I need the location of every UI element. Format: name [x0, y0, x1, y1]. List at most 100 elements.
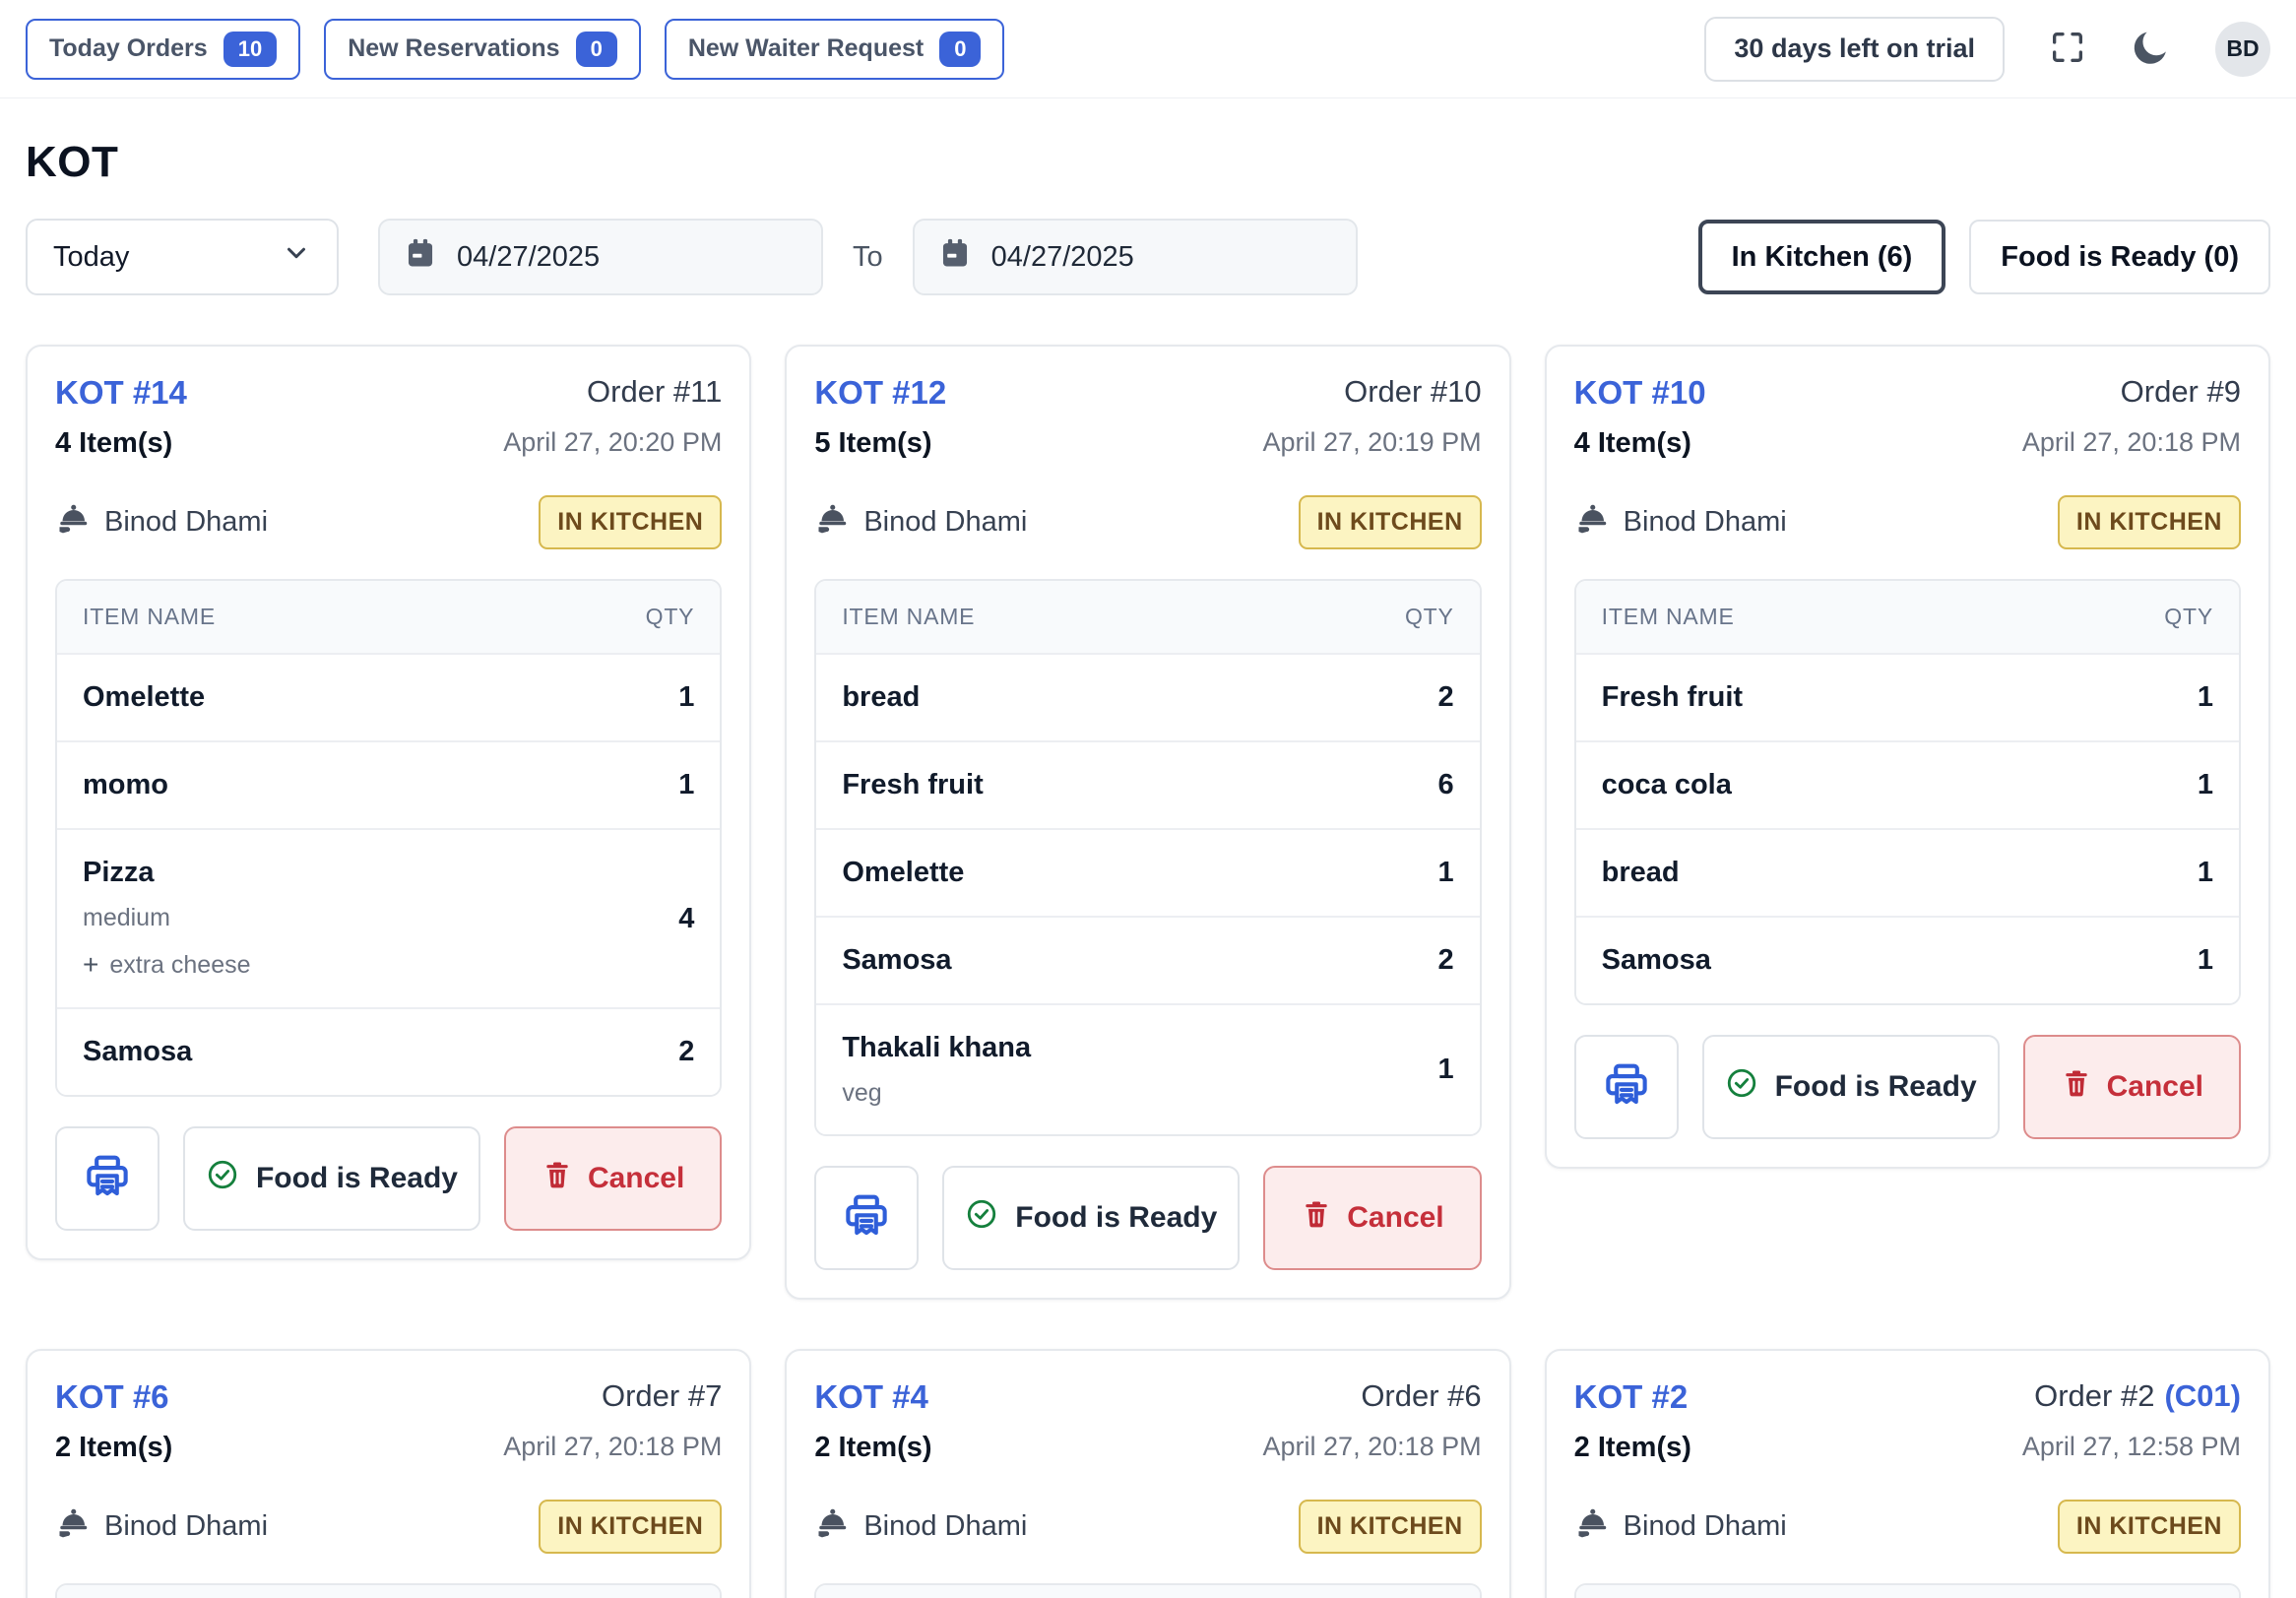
new-waiter-request-label: New Waiter Request	[688, 34, 924, 63]
cancel-kot-button[interactable]: Cancel	[2023, 1035, 2241, 1139]
food-is-ready-button[interactable]: Food is Ready	[942, 1166, 1240, 1270]
printer-icon	[82, 1152, 133, 1206]
items-table: ITEM NAME QTY	[55, 1583, 722, 1598]
waiter-row: Binod Dhami IN KITCHEN	[1574, 495, 2241, 549]
kot-number[interactable]: KOT #2	[1574, 1378, 1691, 1416]
user-avatar[interactable]: BD	[2215, 22, 2270, 77]
new-reservations-count-badge: 0	[576, 32, 617, 67]
kot-card: KOT #4 2 Item(s) Order #6 April 27, 20:1…	[785, 1349, 1510, 1598]
new-waiter-request-button[interactable]: New Waiter Request 0	[665, 19, 1005, 80]
card-header: KOT #14 4 Item(s) Order #11 April 27, 20…	[55, 374, 722, 460]
cancel-kot-button[interactable]: Cancel	[504, 1126, 722, 1231]
items-table: ITEM NAME QTY	[1574, 1583, 2241, 1598]
new-reservations-button[interactable]: New Reservations 0	[324, 19, 641, 80]
waiter: Binod Dhami	[55, 1505, 268, 1549]
items-table: ITEM NAME QTY	[814, 1583, 1481, 1598]
status-badge: IN KITCHEN	[539, 1500, 722, 1554]
tab-in-kitchen[interactable]: In Kitchen (6)	[1698, 220, 1946, 294]
item-name: Samosa	[1602, 944, 1711, 977]
item-name: Samosa	[842, 944, 951, 977]
new-reservations-label: New Reservations	[348, 34, 559, 63]
item-row: Fresh fruit 1	[1576, 653, 2239, 740]
card-actions: Food is Ready Cancel	[1574, 1035, 2241, 1139]
item-name: Omelette	[842, 857, 964, 889]
items-count: 2 Item(s)	[814, 1432, 931, 1464]
waiter-row: Binod Dhami IN KITCHEN	[55, 495, 722, 549]
kot-number[interactable]: KOT #12	[814, 374, 946, 412]
item-qty: 2	[1438, 681, 1454, 714]
today-orders-label: Today Orders	[49, 34, 208, 63]
cancel-label: Cancel	[2107, 1070, 2203, 1104]
order-time: April 27, 20:18 PM	[1263, 1432, 1482, 1462]
dark-mode-toggle[interactable]	[2131, 27, 2172, 71]
food-is-ready-button[interactable]: Food is Ready	[1702, 1035, 2000, 1139]
today-orders-count-badge: 10	[223, 32, 277, 67]
order-number: Order #7	[602, 1378, 722, 1413]
kot-number[interactable]: KOT #10	[1574, 374, 1706, 412]
fullscreen-button[interactable]	[2048, 28, 2087, 70]
print-kot-button[interactable]	[1574, 1035, 1679, 1139]
order-line: Order #7	[503, 1378, 722, 1414]
waiter-row: Binod Dhami IN KITCHEN	[814, 1500, 1481, 1554]
item-cell: Fresh fruit	[842, 769, 983, 801]
item-qty: 1	[2198, 857, 2213, 889]
card-header: KOT #10 4 Item(s) Order #9 April 27, 20:…	[1574, 374, 2241, 460]
order-line: Order #9	[2022, 374, 2241, 410]
card-header: KOT #6 2 Item(s) Order #7 April 27, 20:1…	[55, 1378, 722, 1464]
order-line: Order #6	[1263, 1378, 1482, 1414]
new-waiter-request-count-badge: 0	[939, 32, 981, 67]
item-qty: 1	[678, 681, 694, 714]
date-to-input[interactable]: 04/27/2025	[913, 219, 1358, 295]
kot-number[interactable]: KOT #6	[55, 1378, 172, 1416]
food-is-ready-label: Food is Ready	[1775, 1070, 1977, 1104]
status-badge: IN KITCHEN	[2058, 1500, 2241, 1554]
order-number: Order #6	[1361, 1378, 1481, 1413]
status-badge: IN KITCHEN	[1299, 1500, 1482, 1554]
status-badge: IN KITCHEN	[539, 495, 722, 549]
waiter: Binod Dhami	[1574, 1505, 1787, 1549]
waiter: Binod Dhami	[55, 501, 268, 544]
print-kot-button[interactable]	[55, 1126, 159, 1231]
column-qty: QTY	[1405, 604, 1454, 630]
card-actions: Food is Ready Cancel	[814, 1166, 1481, 1270]
status-badge: IN KITCHEN	[1299, 495, 1482, 549]
today-orders-button[interactable]: Today Orders 10	[26, 19, 300, 80]
items-table-header: ITEM NAME QTY	[57, 581, 720, 653]
item-cell: Omelette	[842, 857, 964, 889]
trial-days-button[interactable]: 30 days left on trial	[1704, 17, 2005, 82]
item-variant: veg	[842, 1079, 1031, 1108]
print-kot-button[interactable]	[814, 1166, 919, 1270]
waiter-row: Binod Dhami IN KITCHEN	[814, 495, 1481, 549]
column-item-name: ITEM NAME	[1602, 604, 1735, 630]
food-is-ready-button[interactable]: Food is Ready	[183, 1126, 480, 1231]
item-name: bread	[1602, 857, 1680, 889]
item-name: Fresh fruit	[842, 769, 983, 801]
item-name: bread	[842, 681, 920, 714]
item-row: Fresh fruit 6	[816, 740, 1479, 828]
card-actions: Food is Ready Cancel	[55, 1126, 722, 1231]
kot-number[interactable]: KOT #4	[814, 1378, 931, 1416]
date-range-select[interactable]: Today	[26, 219, 339, 295]
item-row: coca cola 1	[1576, 740, 2239, 828]
calendar-icon	[404, 236, 437, 278]
item-qty: 4	[678, 903, 694, 935]
kot-card: KOT #10 4 Item(s) Order #9 April 27, 20:…	[1545, 345, 2270, 1169]
cancel-kot-button[interactable]: Cancel	[1263, 1166, 1481, 1270]
kot-number[interactable]: KOT #14	[55, 374, 187, 412]
item-cell: Thakali khana veg	[842, 1032, 1031, 1108]
items-table: ITEM NAME QTY Omelette 1 momo 1 Pizza me…	[55, 579, 722, 1097]
item-row: momo 1	[57, 740, 720, 828]
item-row: Omelette 1	[816, 828, 1479, 916]
waiter-name: Binod Dhami	[863, 506, 1027, 539]
item-row: Omelette 1	[57, 653, 720, 740]
item-row: Thakali khana veg 1	[816, 1003, 1479, 1134]
item-row: Samosa 1	[1576, 916, 2239, 1003]
tab-food-is-ready[interactable]: Food is Ready (0)	[1969, 220, 2270, 294]
column-qty: QTY	[2164, 604, 2213, 630]
item-name: Omelette	[83, 681, 205, 714]
waiter-name: Binod Dhami	[104, 506, 268, 539]
item-variant: medium	[83, 904, 251, 932]
item-cell: Samosa	[1602, 944, 1711, 977]
item-cell: Omelette	[83, 681, 205, 714]
date-from-input[interactable]: 04/27/2025	[378, 219, 823, 295]
